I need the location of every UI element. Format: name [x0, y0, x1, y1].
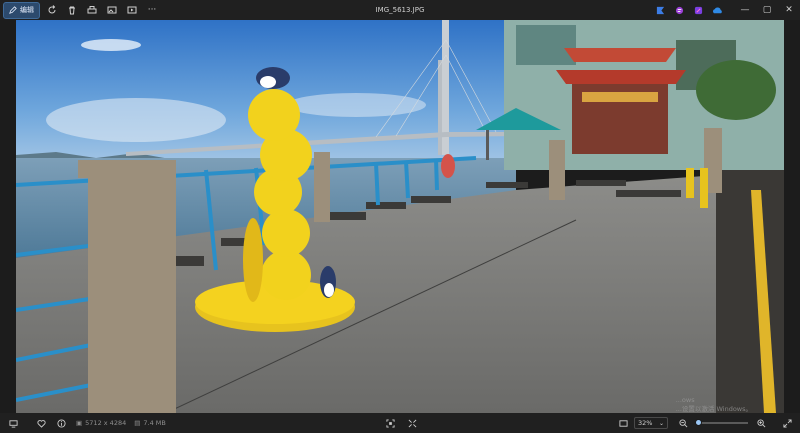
fit-to-window-icon[interactable]	[383, 416, 397, 430]
rotate-icon[interactable]	[44, 2, 60, 18]
close-button[interactable]: ✕	[778, 0, 800, 20]
filmstrip-icon[interactable]	[6, 416, 20, 430]
edit-button[interactable]: 编辑	[3, 1, 40, 19]
designer-icon[interactable]	[691, 3, 705, 17]
favorite-icon[interactable]	[34, 416, 48, 430]
image-viewer[interactable]: ...ows ...设置以激活 Windows。	[0, 20, 800, 413]
chevron-down-icon: ⌄	[658, 419, 664, 427]
gallery-icon[interactable]	[104, 2, 120, 18]
zoom-level-value: 32%	[638, 419, 653, 427]
clipchamp-icon[interactable]	[672, 3, 686, 17]
photo	[16, 20, 784, 413]
file-size: 7.4 MB	[143, 419, 166, 427]
minimize-button[interactable]: —	[734, 0, 756, 20]
actual-size-icon[interactable]	[405, 416, 419, 430]
file-size-icon: ▤	[134, 419, 141, 427]
edit-icon	[9, 6, 17, 14]
delete-icon[interactable]	[64, 2, 80, 18]
fullscreen-view-icon[interactable]	[616, 416, 630, 430]
maximize-button[interactable]: ▢	[756, 0, 778, 20]
image-dimensions: 5712 x 4284	[85, 419, 127, 427]
slideshow-icon[interactable]	[124, 2, 140, 18]
edit-button-label: 编辑	[20, 6, 34, 14]
more-icon[interactable]: ···	[144, 2, 160, 18]
zoom-slider-thumb[interactable]	[695, 419, 702, 426]
print-icon[interactable]	[84, 2, 100, 18]
zoom-slider[interactable]	[695, 419, 748, 426]
bing-image-creator-icon[interactable]	[653, 3, 667, 17]
bottom-status-bar: ▣ 5712 x 4284 ▤ 7.4 MB 32% ⌄	[0, 413, 800, 433]
expand-icon[interactable]	[780, 416, 794, 430]
zoom-in-icon[interactable]	[754, 416, 768, 430]
dimensions-icon: ▣	[76, 419, 83, 427]
top-toolbar: 编辑 ··· IMG_5613.JPG — ▢ ✕	[0, 0, 800, 20]
zoom-out-icon[interactable]	[676, 416, 690, 430]
zoom-level-dropdown[interactable]: 32% ⌄	[634, 417, 668, 429]
activation-watermark: ...ows ...设置以激活 Windows。	[675, 396, 752, 413]
info-icon[interactable]	[54, 416, 68, 430]
onedrive-icon[interactable]	[710, 3, 724, 17]
